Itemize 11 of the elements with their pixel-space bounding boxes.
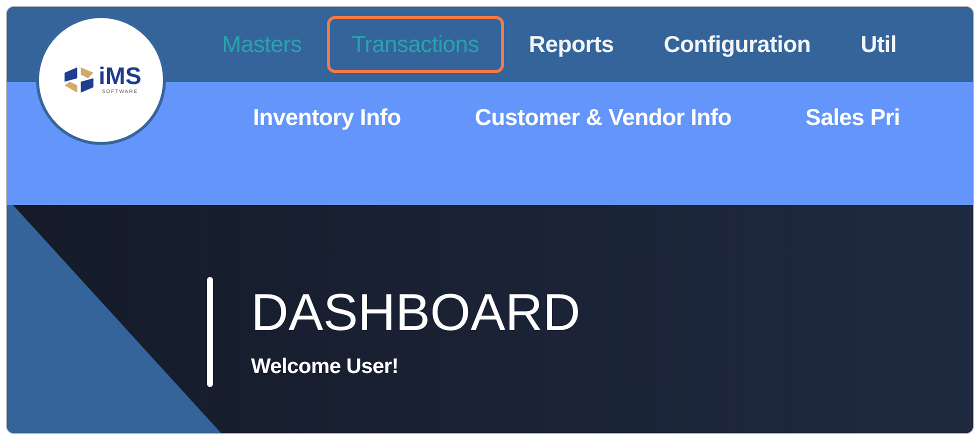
nav-tab[interactable]: Transactions bbox=[326, 16, 504, 73]
page-title: DASHBOARD bbox=[251, 283, 580, 343]
nav-tab[interactable]: Util bbox=[836, 16, 922, 73]
nav-tab[interactable]: Reports bbox=[504, 16, 639, 73]
logo-name: iMS bbox=[98, 65, 142, 89]
nav-tab[interactable]: Masters bbox=[197, 16, 327, 73]
sub-nav-link[interactable]: Sales Pri bbox=[806, 104, 900, 131]
welcome-text: Welcome User! bbox=[251, 355, 400, 379]
sub-nav-link[interactable]: Customer & Vendor Info bbox=[474, 104, 732, 131]
sub-nav-link[interactable]: Inventory Info bbox=[253, 104, 401, 131]
nav-tab[interactable]: Configuration bbox=[638, 16, 836, 73]
